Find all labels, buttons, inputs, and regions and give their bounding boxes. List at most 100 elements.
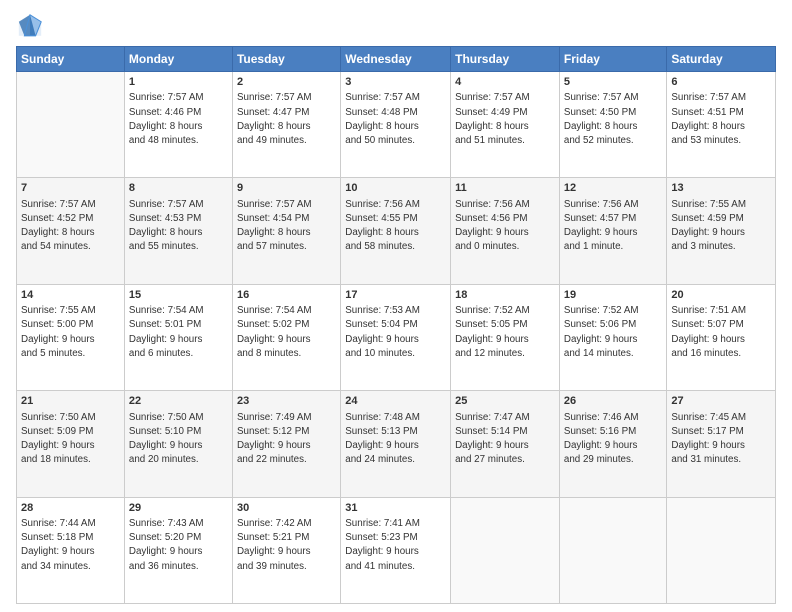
calendar-cell xyxy=(667,497,776,603)
page: SundayMondayTuesdayWednesdayThursdayFrid… xyxy=(0,0,792,612)
calendar-cell: 17Sunrise: 7:53 AMSunset: 5:04 PMDayligh… xyxy=(341,284,451,390)
calendar-cell: 11 Sunrise: 7:56 AMSunset: 4:56 PMDayligh… xyxy=(451,178,560,284)
day-info: Sunrise: 7:44 AMSunset: 5:18 PMDaylight:… xyxy=(21,517,120,574)
day-number: 1 xyxy=(129,75,228,90)
day-info: Sunrise: 7:41 AMSunset: 5:23 PMDaylight:… xyxy=(345,517,446,574)
day-info: Sunrise: 7:55 AMSunset: 5:00 PMDaylight:… xyxy=(21,304,120,361)
calendar-week-row: 14Sunrise: 7:55 AMSunset: 5:00 PMDayligh… xyxy=(17,284,776,390)
calendar-week-row: 28Sunrise: 7:44 AMSunset: 5:18 PMDayligh… xyxy=(17,497,776,603)
calendar-header-sunday: Sunday xyxy=(17,47,125,72)
day-info: Sunrise: 7:48 AMSunset: 5:13 PMDaylight:… xyxy=(345,411,446,468)
calendar-cell: 4Sunrise: 7:57 AMSunset: 4:49 PMDaylight… xyxy=(451,72,560,178)
day-number: 24 xyxy=(345,394,446,409)
day-number: 14 xyxy=(21,288,120,303)
day-info: Sunrise: 7:56 AMSunset: 4:57 PMDaylight:… xyxy=(564,198,662,255)
calendar-cell: 14Sunrise: 7:55 AMSunset: 5:00 PMDayligh… xyxy=(17,284,125,390)
calendar-cell xyxy=(17,72,125,178)
day-number: 18 xyxy=(455,288,555,303)
day-number: 21 xyxy=(21,394,120,409)
day-info: Sunrise: 7:46 AMSunset: 5:16 PMDaylight:… xyxy=(564,411,662,468)
calendar-cell: 3Sunrise: 7:57 AMSunset: 4:48 PMDaylight… xyxy=(341,72,451,178)
calendar-cell: 6Sunrise: 7:57 AMSunset: 4:51 PMDaylight… xyxy=(667,72,776,178)
day-number: 5 xyxy=(564,75,662,90)
day-number: 28 xyxy=(21,501,120,516)
day-number: 20 xyxy=(671,288,771,303)
calendar-header-thursday: Thursday xyxy=(451,47,560,72)
day-number: 8 xyxy=(129,181,228,196)
day-info: Sunrise: 7:50 AMSunset: 5:09 PMDaylight:… xyxy=(21,411,120,468)
day-number: 15 xyxy=(129,288,228,303)
day-info: Sunrise: 7:57 AMSunset: 4:54 PMDaylight:… xyxy=(237,198,336,255)
calendar-cell: 24 Sunrise: 7:48 AMSunset: 5:13 PMDayligh… xyxy=(341,391,451,497)
day-number: 22 xyxy=(129,394,228,409)
calendar-header-wednesday: Wednesday xyxy=(341,47,451,72)
day-info: Sunrise: 7:55 AMSunset: 4:59 PMDaylight:… xyxy=(671,198,771,255)
calendar-cell: 29Sunrise: 7:43 AMSunset: 5:20 PMDayligh… xyxy=(124,497,232,603)
day-info: Sunrise: 7:45 AMSunset: 5:17 PMDaylight:… xyxy=(671,411,771,468)
calendar-cell: 31Sunrise: 7:41 AMSunset: 5:23 PMDayligh… xyxy=(341,497,451,603)
day-number: 25 xyxy=(455,394,555,409)
day-number: 4 xyxy=(455,75,555,90)
calendar-cell: 26 Sunrise: 7:46 AMSunset: 5:16 PMDayligh… xyxy=(559,391,666,497)
day-info: Sunrise: 7:53 AMSunset: 5:04 PMDaylight:… xyxy=(345,304,446,361)
day-number: 11 xyxy=(455,181,555,196)
day-number: 12 xyxy=(564,181,662,196)
calendar-cell: 1Sunrise: 7:57 AMSunset: 4:46 PMDaylight… xyxy=(124,72,232,178)
day-info: Sunrise: 7:57 AMSunset: 4:50 PMDaylight:… xyxy=(564,91,662,148)
day-number: 16 xyxy=(237,288,336,303)
calendar-cell: 13Sunrise: 7:55 AMSunset: 4:59 PMDayligh… xyxy=(667,178,776,284)
calendar-cell: 22 Sunrise: 7:50 AMSunset: 5:10 PMDayligh… xyxy=(124,391,232,497)
day-info: Sunrise: 7:47 AMSunset: 5:14 PMDaylight:… xyxy=(455,411,555,468)
calendar-week-row: 7 Sunrise: 7:57 AMSunset: 4:52 PMDaylight… xyxy=(17,178,776,284)
calendar-cell xyxy=(451,497,560,603)
day-info: Sunrise: 7:52 AMSunset: 5:05 PMDaylight:… xyxy=(455,304,555,361)
calendar-cell: 9Sunrise: 7:57 AMSunset: 4:54 PMDaylight… xyxy=(232,178,340,284)
calendar-cell: 27 Sunrise: 7:45 AMSunset: 5:17 PMDayligh… xyxy=(667,391,776,497)
day-info: Sunrise: 7:57 AMSunset: 4:52 PMDaylight:… xyxy=(21,198,120,255)
calendar-cell: 19Sunrise: 7:52 AMSunset: 5:06 PMDayligh… xyxy=(559,284,666,390)
day-info: Sunrise: 7:42 AMSunset: 5:21 PMDaylight:… xyxy=(237,517,336,574)
day-info: Sunrise: 7:56 AMSunset: 4:56 PMDaylight:… xyxy=(455,198,555,255)
day-info: Sunrise: 7:50 AMSunset: 5:10 PMDaylight:… xyxy=(129,411,228,468)
day-info: Sunrise: 7:54 AMSunset: 5:02 PMDaylight:… xyxy=(237,304,336,361)
day-info: Sunrise: 7:57 AMSunset: 4:48 PMDaylight:… xyxy=(345,91,446,148)
calendar-cell: 7 Sunrise: 7:57 AMSunset: 4:52 PMDaylight… xyxy=(17,178,125,284)
calendar-cell: 30Sunrise: 7:42 AMSunset: 5:21 PMDayligh… xyxy=(232,497,340,603)
day-number: 3 xyxy=(345,75,446,90)
day-info: Sunrise: 7:57 AMSunset: 4:47 PMDaylight:… xyxy=(237,91,336,148)
calendar-table: SundayMondayTuesdayWednesdayThursdayFrid… xyxy=(16,46,776,604)
calendar-cell: 8Sunrise: 7:57 AMSunset: 4:53 PMDaylight… xyxy=(124,178,232,284)
calendar-cell: 2Sunrise: 7:57 AMSunset: 4:47 PMDaylight… xyxy=(232,72,340,178)
day-info: Sunrise: 7:57 AMSunset: 4:46 PMDaylight:… xyxy=(129,91,228,148)
day-number: 7 xyxy=(21,181,120,196)
calendar-header-row: SundayMondayTuesdayWednesdayThursdayFrid… xyxy=(17,47,776,72)
calendar-week-row: 1Sunrise: 7:57 AMSunset: 4:46 PMDaylight… xyxy=(17,72,776,178)
calendar-cell: 15Sunrise: 7:54 AMSunset: 5:01 PMDayligh… xyxy=(124,284,232,390)
calendar-header-friday: Friday xyxy=(559,47,666,72)
day-info: Sunrise: 7:49 AMSunset: 5:12 PMDaylight:… xyxy=(237,411,336,468)
calendar-cell: 28Sunrise: 7:44 AMSunset: 5:18 PMDayligh… xyxy=(17,497,125,603)
calendar-cell: 5Sunrise: 7:57 AMSunset: 4:50 PMDaylight… xyxy=(559,72,666,178)
calendar-cell: 12 Sunrise: 7:56 AMSunset: 4:57 PMDayligh… xyxy=(559,178,666,284)
calendar-cell xyxy=(559,497,666,603)
day-info: Sunrise: 7:51 AMSunset: 5:07 PMDaylight:… xyxy=(671,304,771,361)
day-info: Sunrise: 7:43 AMSunset: 5:20 PMDaylight:… xyxy=(129,517,228,574)
day-number: 23 xyxy=(237,394,336,409)
calendar-cell: 20Sunrise: 7:51 AMSunset: 5:07 PMDayligh… xyxy=(667,284,776,390)
day-number: 10 xyxy=(345,181,446,196)
day-number: 27 xyxy=(671,394,771,409)
calendar-header-saturday: Saturday xyxy=(667,47,776,72)
calendar-cell: 16Sunrise: 7:54 AMSunset: 5:02 PMDayligh… xyxy=(232,284,340,390)
day-number: 6 xyxy=(671,75,771,90)
logo xyxy=(16,12,48,40)
day-number: 2 xyxy=(237,75,336,90)
day-info: Sunrise: 7:54 AMSunset: 5:01 PMDaylight:… xyxy=(129,304,228,361)
day-number: 26 xyxy=(564,394,662,409)
day-info: Sunrise: 7:56 AMSunset: 4:55 PMDaylight:… xyxy=(345,198,446,255)
calendar-cell: 23 Sunrise: 7:49 AMSunset: 5:12 PMDayligh… xyxy=(232,391,340,497)
calendar-cell: 25 Sunrise: 7:47 AMSunset: 5:14 PMDayligh… xyxy=(451,391,560,497)
calendar-week-row: 21 Sunrise: 7:50 AMSunset: 5:09 PMDayligh… xyxy=(17,391,776,497)
day-info: Sunrise: 7:57 AMSunset: 4:51 PMDaylight:… xyxy=(671,91,771,148)
header xyxy=(16,12,776,40)
day-number: 29 xyxy=(129,501,228,516)
